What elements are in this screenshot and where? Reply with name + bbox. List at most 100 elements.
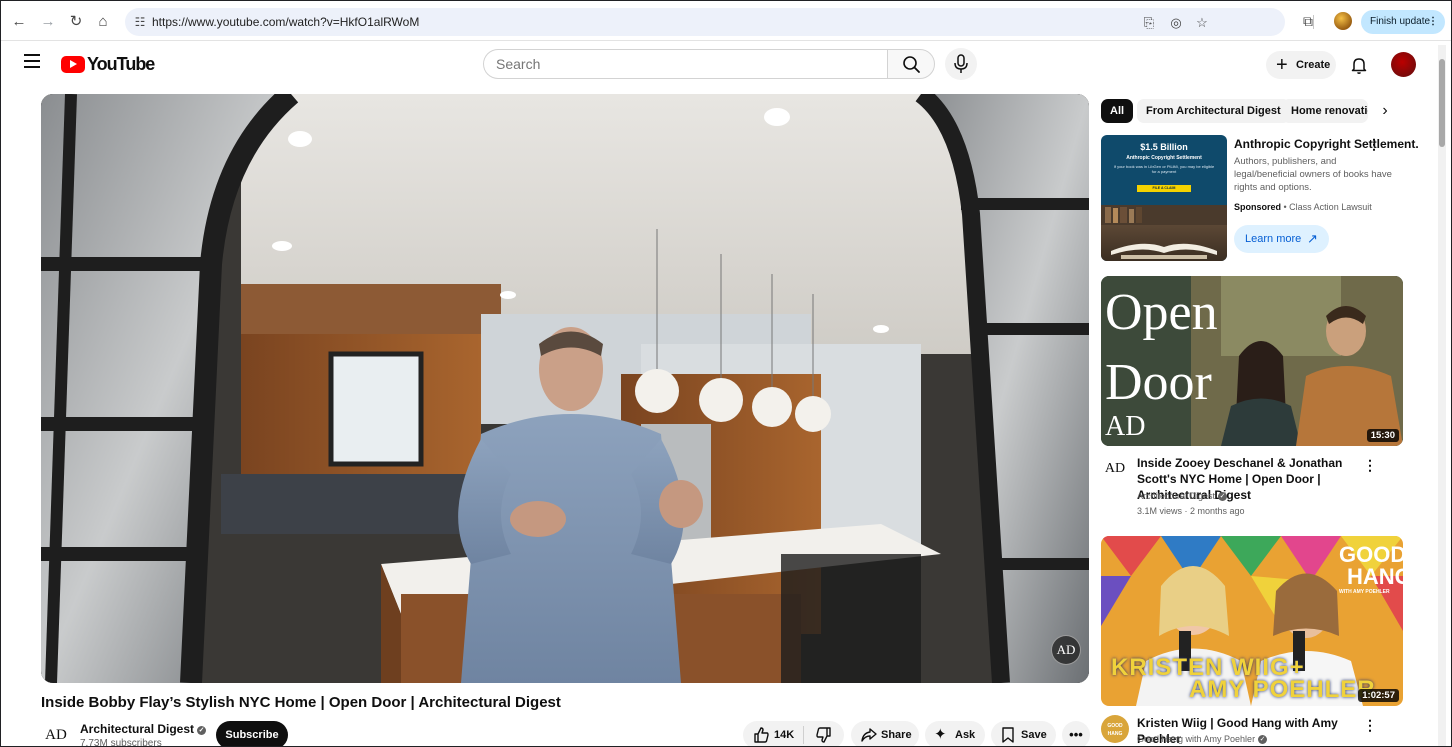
cast-icon[interactable]: ⎘ bbox=[1140, 14, 1158, 32]
create-button[interactable]: + Create bbox=[1266, 51, 1336, 79]
finish-update-button[interactable]: Finish update ⋮ bbox=[1361, 10, 1445, 34]
channel-name-link[interactable]: Architectural Digest ✓ bbox=[80, 722, 207, 736]
rec-2-thumb-amy: AMY POEHLER bbox=[1189, 676, 1376, 703]
rec-1-channel: Architectural Digest bbox=[1137, 491, 1216, 501]
chip-home-renovation[interactable]: Home renovatio bbox=[1282, 99, 1368, 123]
learn-more-button[interactable]: Learn more ↗ bbox=[1234, 225, 1329, 253]
site-settings-icon[interactable]: ☷ bbox=[132, 14, 148, 30]
ad-thumb-headline: Anthropic Copyright Settlement bbox=[1126, 155, 1202, 161]
rec-2-duration: 1:02:57 bbox=[1358, 689, 1399, 702]
search-box bbox=[483, 49, 887, 79]
channel-name: Architectural Digest bbox=[80, 722, 195, 736]
like-button[interactable]: 14K bbox=[743, 721, 803, 746]
share-button[interactable]: Share bbox=[851, 721, 919, 746]
search-icon bbox=[903, 56, 920, 73]
chip-all[interactable]: All bbox=[1101, 99, 1134, 123]
bookmark-star-icon[interactable]: ☆ bbox=[1193, 14, 1211, 32]
rec-2-channel-avatar[interactable]: GOOD HANG bbox=[1101, 715, 1129, 743]
verified-icon: ✓ bbox=[197, 726, 207, 735]
finish-update-label: Finish update bbox=[1370, 16, 1431, 27]
save-icon bbox=[1001, 721, 1015, 746]
like-count: 14K bbox=[774, 729, 795, 741]
rec-1-thumb-logo: AD bbox=[1105, 411, 1146, 442]
subscribe-button[interactable]: Subscribe bbox=[216, 721, 288, 746]
more-actions-button[interactable]: ••• bbox=[1062, 721, 1090, 746]
logo-text: YouTube bbox=[87, 54, 155, 74]
ad-thumb-amount: $1.5 Billion bbox=[1140, 142, 1188, 152]
toolbar-divider bbox=[1313, 15, 1314, 29]
browser-window: ← → ↻ ⌂ ☷ https://www.youtube.com/watch?… bbox=[0, 0, 1452, 747]
plus-icon: + bbox=[1276, 54, 1288, 76]
external-link-icon: ↗ bbox=[1307, 231, 1318, 246]
browser-menu-icon: ⋮ bbox=[1428, 16, 1438, 27]
scroll-thumb[interactable] bbox=[1439, 59, 1445, 147]
save-button[interactable]: Save bbox=[991, 721, 1056, 746]
menu-icon[interactable] bbox=[24, 54, 42, 68]
rec-2-thumb-with: WITH AMY POEHLER bbox=[1339, 589, 1390, 595]
save-label: Save bbox=[1021, 729, 1047, 741]
dislike-button[interactable] bbox=[804, 721, 844, 746]
verified-icon: ✓ bbox=[1258, 735, 1268, 744]
chevron-right-icon[interactable]: › bbox=[1373, 99, 1397, 123]
ad-thumb-small: If your book was in LibGen or PiLiMi, yo… bbox=[1113, 164, 1215, 174]
rec-1-channel-avatar[interactable]: AD bbox=[1101, 455, 1129, 483]
rec-1-more-icon[interactable]: ⋮ bbox=[1363, 456, 1377, 474]
sponsor-separator: • bbox=[1281, 202, 1290, 212]
ad-thumbnail[interactable]: $1.5 Billion Anthropic Copyright Settlem… bbox=[1101, 135, 1227, 261]
rec-1-thumb-title-1: Open bbox=[1105, 284, 1218, 341]
rec-2-thumb-hang: HANG bbox=[1347, 564, 1403, 589]
eye-off-icon[interactable]: ◎ bbox=[1167, 14, 1185, 32]
subscriber-count: 7.73M subscribers bbox=[80, 738, 162, 747]
create-label: Create bbox=[1296, 59, 1331, 71]
extensions-icon[interactable]: ⧉ bbox=[1298, 11, 1318, 31]
rec-thumbnail-2[interactable]: GOOD HANG WITH AMY POEHLER KRISTEN WIIG+… bbox=[1101, 536, 1403, 706]
video-title: Inside Bobby Flay’s Stylish NYC Home | O… bbox=[41, 694, 561, 711]
rec-2-channel-link[interactable]: Good Hang with Amy Poehler ✓ bbox=[1137, 734, 1268, 744]
address-bar[interactable]: ☷ https://www.youtube.com/watch?v=HkfO1a… bbox=[125, 8, 1285, 36]
search-button[interactable] bbox=[887, 49, 935, 79]
sparkle-icon: ✦ bbox=[934, 726, 947, 743]
channel-avatar[interactable]: AD bbox=[41, 721, 71, 746]
browser-toolbar: ← → ↻ ⌂ ☷ https://www.youtube.com/watch?… bbox=[1, 1, 1451, 41]
like-dislike-group: 14K bbox=[743, 721, 844, 746]
channel-watermark[interactable]: AD bbox=[1051, 635, 1081, 665]
back-icon[interactable]: ← bbox=[10, 13, 28, 31]
ad-title[interactable]: Anthropic Copyright Settlement. bbox=[1234, 137, 1419, 151]
profile-icon[interactable] bbox=[1334, 12, 1352, 30]
reload-icon[interactable]: ↻ bbox=[67, 13, 85, 31]
rec-1-meta: 3.1M views · 2 months ago bbox=[1137, 506, 1245, 516]
advertiser-name: Class Action Lawsuit bbox=[1289, 202, 1372, 212]
rec-2-thumb-good: GOOD bbox=[1339, 542, 1403, 567]
search-input[interactable] bbox=[496, 54, 876, 74]
like-icon bbox=[752, 721, 770, 746]
books-image bbox=[1101, 205, 1227, 261]
verified-icon: ✓ bbox=[1218, 492, 1228, 501]
rec-thumbnail-1[interactable]: Open Door AD 15:30 bbox=[1101, 276, 1403, 446]
rec-1-thumb-title-2: Door bbox=[1105, 354, 1212, 411]
youtube-header: YouTube + Create bbox=[1, 41, 1451, 89]
dislike-icon bbox=[815, 721, 833, 746]
forward-icon[interactable]: → bbox=[39, 13, 57, 31]
url-text[interactable]: https://www.youtube.com/watch?v=HkfO1alR… bbox=[152, 15, 419, 29]
ad-description: Authors, publishers, and legal/beneficia… bbox=[1234, 156, 1392, 193]
video-frame-image bbox=[41, 94, 1089, 683]
user-avatar[interactable] bbox=[1391, 52, 1416, 77]
page-scrollbar[interactable] bbox=[1438, 45, 1446, 746]
ask-label: Ask bbox=[955, 729, 976, 741]
rec-2-more-icon[interactable]: ⋮ bbox=[1363, 716, 1377, 734]
learn-more-label: Learn more bbox=[1245, 233, 1302, 245]
ask-button[interactable]: ✦ Ask bbox=[925, 721, 985, 746]
bell-icon[interactable] bbox=[1347, 53, 1371, 77]
mic-icon bbox=[954, 54, 968, 73]
home-icon[interactable]: ⌂ bbox=[94, 13, 112, 31]
sponsored-label: Sponsored bbox=[1234, 202, 1282, 212]
voice-search-button[interactable] bbox=[945, 48, 977, 80]
more-icon: ••• bbox=[1069, 727, 1083, 742]
rec-1-channel-link[interactable]: Architectural Digest ✓ bbox=[1137, 491, 1228, 501]
rec-1-duration: 15:30 bbox=[1366, 429, 1399, 442]
chip-from-architectural-digest[interactable]: From Architectural Digest bbox=[1137, 99, 1290, 123]
ad-thumb-cta: FILE A CLAIM bbox=[1137, 185, 1191, 192]
video-player[interactable]: AD bbox=[41, 94, 1089, 683]
share-label: Share bbox=[881, 729, 912, 741]
ad-more-icon[interactable]: ⋮ bbox=[1367, 135, 1381, 153]
